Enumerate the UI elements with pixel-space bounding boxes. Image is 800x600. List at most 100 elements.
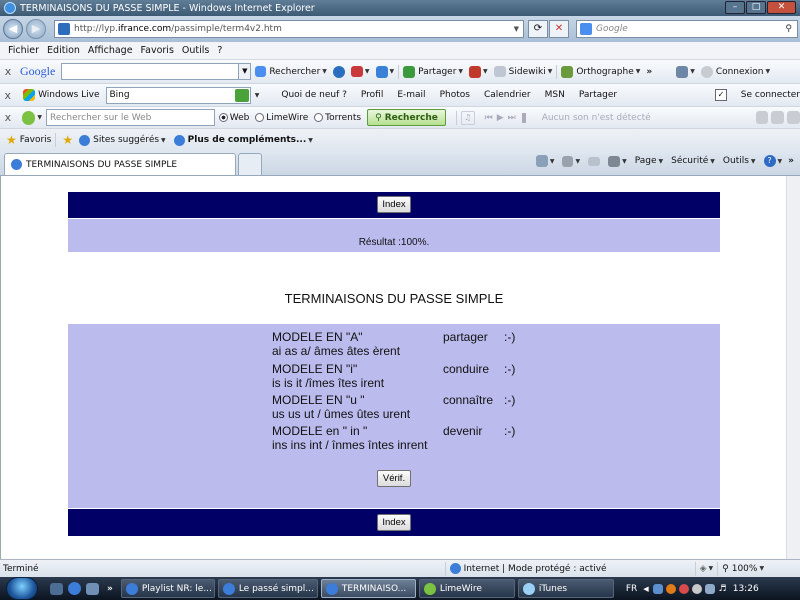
translate-icon[interactable] <box>469 65 482 78</box>
outils-menu[interactable]: Outils <box>723 156 749 166</box>
more-chevron-icon[interactable]: » <box>107 584 113 594</box>
task-limewire[interactable]: LimeWire <box>418 579 515 598</box>
menu-affichage[interactable]: Affichage <box>88 45 133 56</box>
live-link-profil[interactable]: Profil <box>361 90 383 100</box>
help-icon[interactable]: ? <box>763 155 776 167</box>
twitter-icon[interactable] <box>787 111 800 124</box>
add-favorite-icon[interactable]: ★ <box>62 133 73 147</box>
verb-answer[interactable]: connaître <box>443 393 493 407</box>
network-tray-icon[interactable] <box>652 583 663 594</box>
task-itunes[interactable]: iTunes <box>517 579 614 598</box>
menu-edition[interactable]: Edition <box>47 45 80 56</box>
verb-answer[interactable]: devenir <box>443 424 482 438</box>
volume-icon[interactable]: ♬ <box>719 584 727 594</box>
play-icon[interactable]: ▶ <box>497 113 504 123</box>
limewire-search-input[interactable]: Rechercher sur le Web <box>46 109 215 126</box>
more-chevron-icon[interactable]: » <box>788 156 794 166</box>
radio-limewire[interactable] <box>255 113 265 122</box>
more-chevron-icon[interactable]: » <box>646 67 652 77</box>
minimize-button[interactable]: – <box>725 1 745 14</box>
bing-search-icon[interactable] <box>234 88 249 102</box>
volume-icon[interactable] <box>521 112 526 123</box>
google-search-input[interactable]: ▼ <box>61 63 252 80</box>
home-icon[interactable] <box>535 155 548 167</box>
index-button-top[interactable]: Index <box>377 196 411 213</box>
tab-current[interactable]: TERMINAISONS DU PASSE SIMPLE <box>4 153 236 175</box>
clock[interactable]: 13:26 <box>733 584 759 594</box>
search-field[interactable]: Google ⚲ <box>576 20 798 38</box>
menu-favoris[interactable]: Favoris <box>141 45 174 56</box>
plus-de-complements-link[interactable]: Plus de compléments... <box>188 135 307 145</box>
rss-icon[interactable] <box>562 155 574 167</box>
switch-windows-icon[interactable] <box>86 582 99 595</box>
show-desktop-icon[interactable] <box>50 582 63 595</box>
checkbox-icon[interactable]: ✓ <box>715 89 727 101</box>
mail-icon[interactable] <box>755 111 769 124</box>
close-toolbar-icon[interactable]: x <box>0 65 16 78</box>
stop-icon[interactable]: ✕ <box>549 20 569 38</box>
sites-suggeres-link[interactable]: Sites suggérés <box>93 135 159 145</box>
live-link-calendrier[interactable]: Calendrier <box>484 90 531 100</box>
prev-track-icon[interactable]: ⏮ <box>485 113 493 123</box>
verif-button[interactable]: Vérif. <box>377 470 411 487</box>
forward-button[interactable]: ▶ <box>26 19 46 39</box>
verb-answer[interactable]: conduire <box>443 362 489 376</box>
ie-quicklaunch-icon[interactable] <box>68 582 81 595</box>
connexion-button[interactable]: Connexion <box>716 67 764 77</box>
live-link-quoi-de-neuf[interactable]: Quoi de neuf ? <box>281 90 347 100</box>
tray-app-icon[interactable] <box>665 583 676 594</box>
menu-help[interactable]: ? <box>217 45 222 56</box>
live-link-photos[interactable]: Photos <box>440 90 470 100</box>
radio-torrents[interactable] <box>314 113 324 122</box>
start-button[interactable] <box>6 577 38 600</box>
close-toolbar-icon[interactable]: x <box>0 111 16 124</box>
new-tab-button[interactable] <box>238 153 262 175</box>
google-search-button[interactable]: Rechercher <box>269 67 320 77</box>
partager-button[interactable]: Partager <box>418 67 456 77</box>
tray-app-icon[interactable] <box>704 583 715 594</box>
page-menu[interactable]: Page <box>635 156 657 166</box>
close-button[interactable]: ✕ <box>767 1 796 14</box>
tray-app-icon[interactable] <box>691 583 702 594</box>
address-field[interactable]: http://lyp. ifrance.com/passimple/term4v2… <box>54 20 524 38</box>
task-playlist[interactable]: Playlist NR: le... <box>120 579 215 598</box>
address-dropdown-icon[interactable]: ▼ <box>514 25 519 33</box>
next-track-icon[interactable]: ⏭ <box>508 113 516 123</box>
search-icon[interactable]: ⚲ <box>785 24 792 34</box>
bing-search-input[interactable]: Bing <box>105 86 251 104</box>
privacy-icon[interactable]: ◈ <box>700 564 707 574</box>
mail-icon[interactable] <box>350 66 363 77</box>
tray-expand-icon[interactable]: ◀ <box>643 585 648 593</box>
orthographe-button[interactable]: Orthographe <box>576 67 633 77</box>
music-icon[interactable]: ♫ <box>460 110 475 125</box>
task-passe-simple[interactable]: Le passé simpl... <box>217 579 318 598</box>
securite-menu[interactable]: Sécurité <box>671 156 708 166</box>
close-toolbar-icon[interactable]: x <box>0 89 15 102</box>
vertical-scrollbar[interactable] <box>786 176 800 559</box>
menu-outils[interactable]: Outils <box>182 45 209 56</box>
globe-icon[interactable] <box>332 65 345 78</box>
dropdown-icon[interactable]: ▼ <box>238 64 251 79</box>
recherche-button[interactable]: ⚲ Recherche <box>367 109 446 126</box>
zoom-level[interactable]: 100% <box>732 564 758 574</box>
menu-fichier[interactable]: Fichier <box>8 45 39 56</box>
sidewiki-button[interactable]: Sidewiki <box>509 67 546 77</box>
radio-web[interactable] <box>218 113 228 122</box>
back-button[interactable]: ◀ <box>3 19 23 39</box>
index-button-bottom[interactable]: Index <box>377 514 411 531</box>
facebook-icon[interactable] <box>771 111 785 124</box>
email-icon[interactable] <box>588 156 601 166</box>
se-connecter-link[interactable]: Se connecter <box>741 90 800 100</box>
verb-answer[interactable]: partager <box>443 330 488 344</box>
print-icon[interactable] <box>608 155 621 167</box>
security-zone[interactable]: Internet | Mode protégé : activé <box>464 564 607 574</box>
live-link-msn[interactable]: MSN <box>545 90 565 100</box>
live-link-email[interactable]: E-mail <box>397 90 425 100</box>
task-terminaisons[interactable]: TERMINAISO... <box>320 579 416 598</box>
plus-icon[interactable] <box>375 65 388 78</box>
tray-app-icon[interactable] <box>678 583 689 594</box>
language-indicator[interactable]: FR <box>626 584 637 594</box>
limewire-icon[interactable] <box>21 110 36 125</box>
refresh-icon[interactable]: ⟳ <box>528 20 548 38</box>
wrench-icon[interactable] <box>676 65 689 78</box>
